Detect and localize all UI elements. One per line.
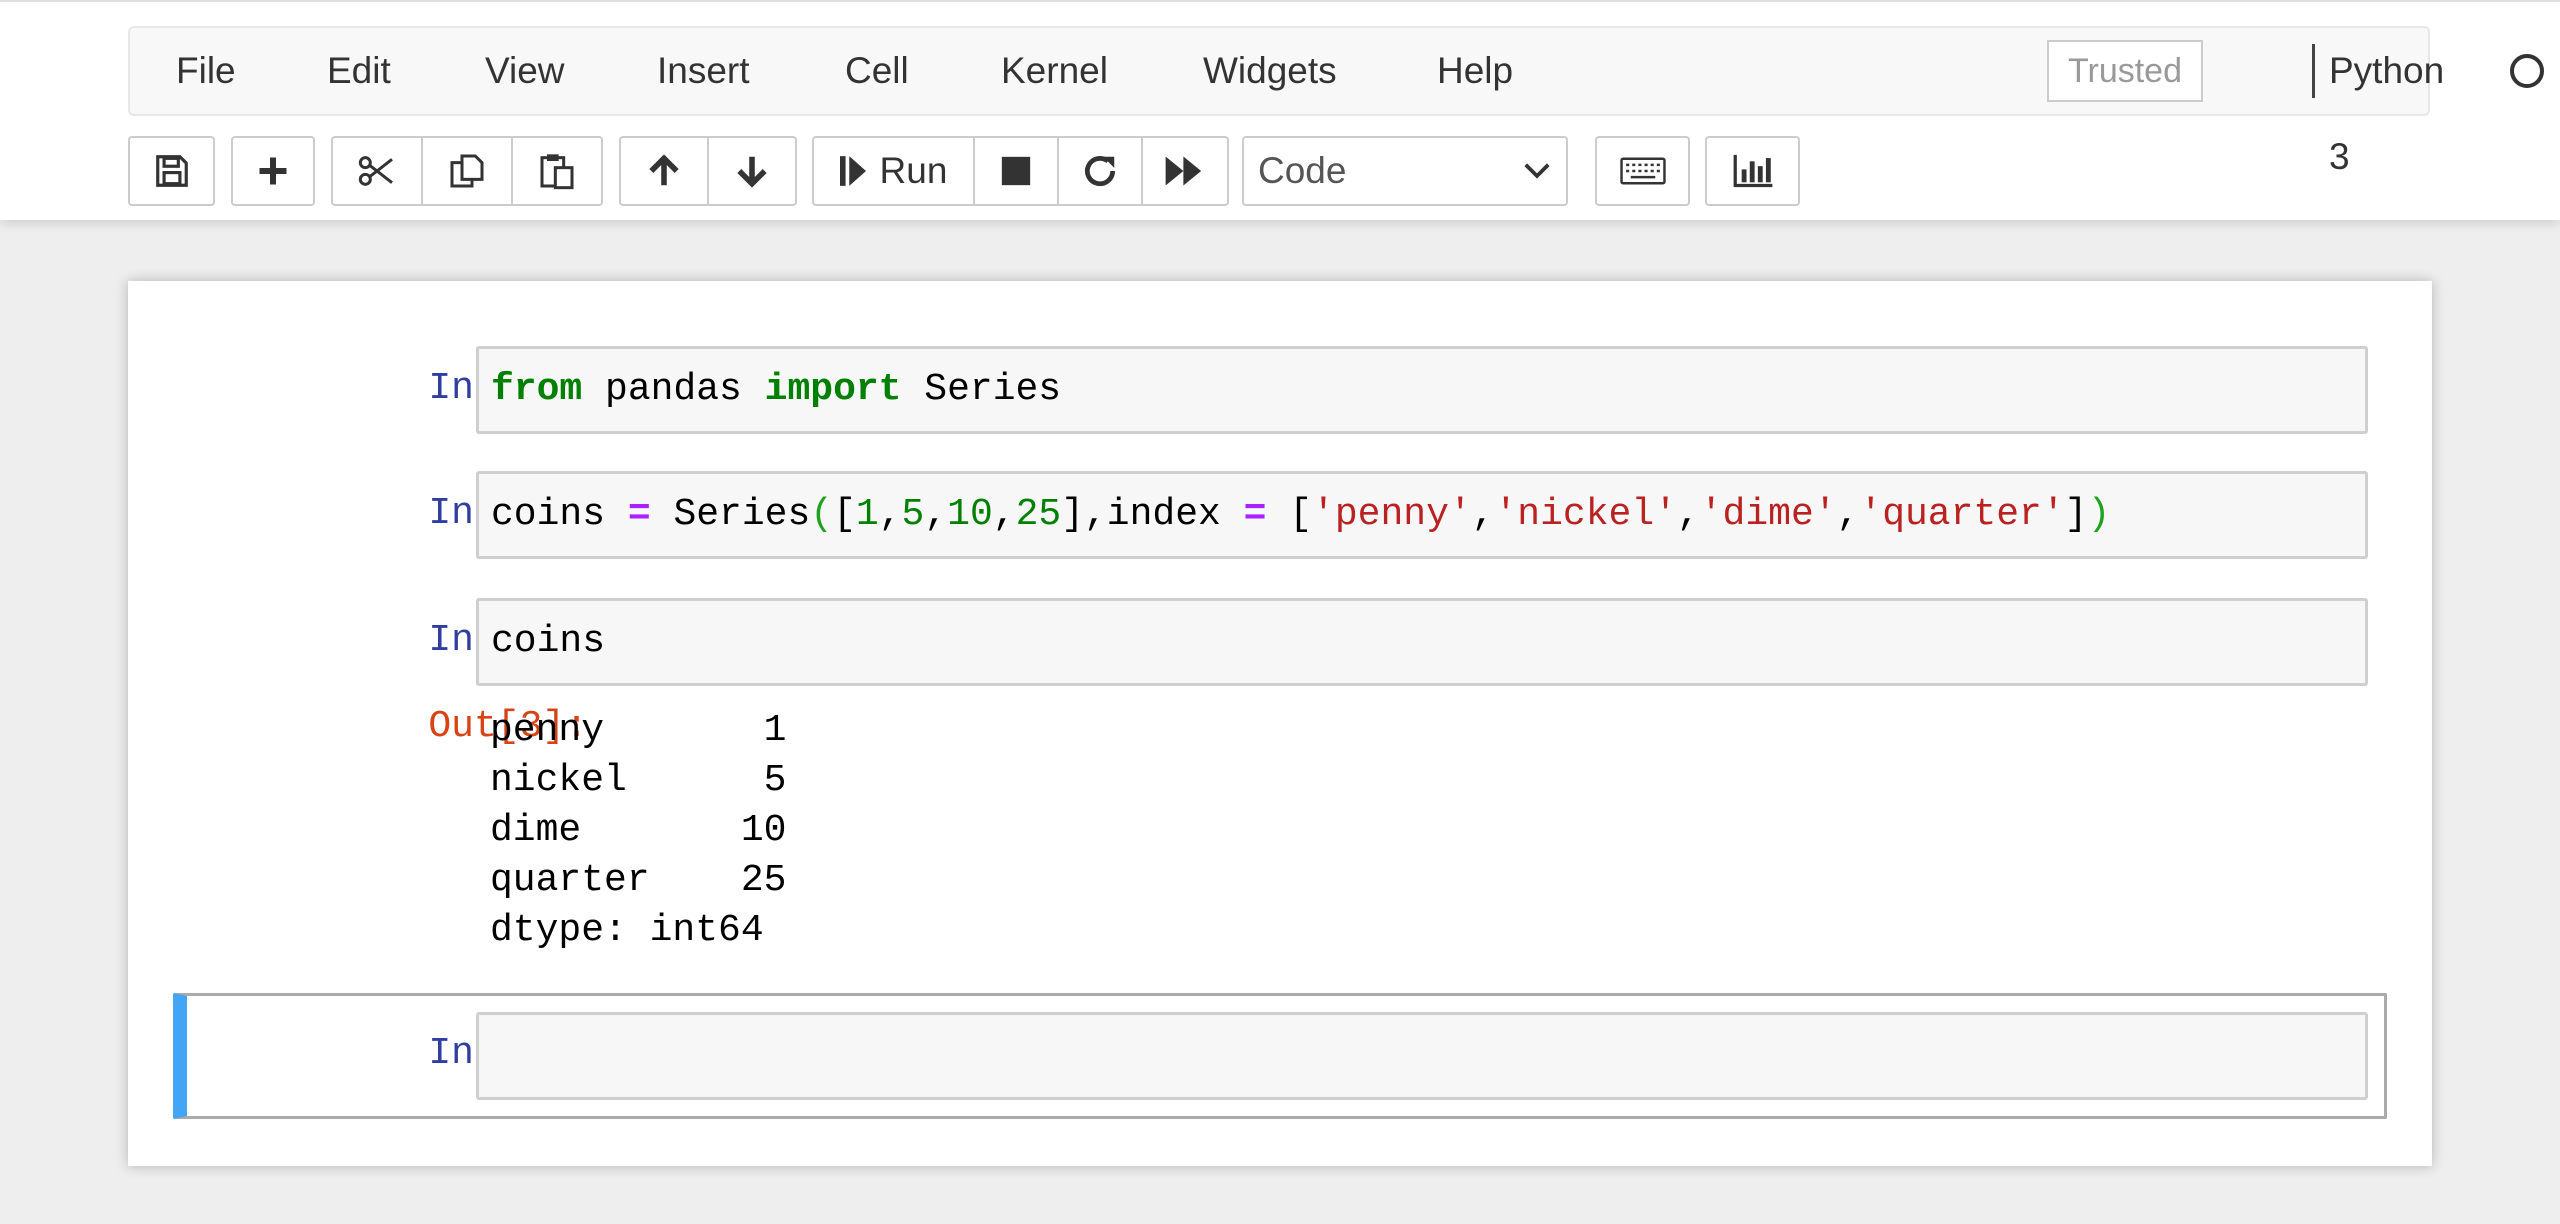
run-button[interactable]: Run — [812, 136, 975, 206]
code-cell-input[interactable]: coins = Series([1,5,10,25],index = ['pen… — [476, 471, 2368, 559]
paste-icon — [540, 154, 574, 190]
code-token: coins — [491, 620, 606, 663]
command-palette-button[interactable] — [1595, 136, 1690, 206]
fast-forward-icon — [1165, 156, 1202, 186]
code-token: 25 — [1015, 493, 1062, 536]
code-token: , — [924, 493, 948, 536]
code-token: coins — [491, 493, 628, 536]
keyboard-icon — [1619, 157, 1666, 185]
code-token: , — [992, 493, 1016, 536]
chevron-down-icon — [1524, 163, 1550, 179]
code-token: = — [1243, 493, 1267, 536]
code-token: = — [627, 493, 651, 536]
code-token: Series — [901, 368, 1062, 411]
code-token: ] — [2064, 493, 2088, 536]
menu-kernel[interactable]: Kernel — [1001, 28, 1108, 114]
code-token: , — [1676, 493, 1700, 536]
interrupt-kernel-button[interactable] — [973, 136, 1059, 206]
arrow-up-icon — [649, 154, 679, 186]
code-token: ],index — [1061, 493, 1244, 536]
run-button-label: Run — [879, 150, 948, 191]
menu-view[interactable]: View — [485, 28, 565, 114]
code-token: 'nickel' — [1494, 493, 1677, 536]
code-cell-input-empty[interactable] — [476, 1012, 2368, 1100]
code-token: 1 — [855, 493, 879, 536]
code-token: 5 — [901, 493, 925, 536]
step-forward-icon — [839, 156, 866, 186]
notebook-container: In [1]: from pandas import Series In [2]… — [128, 281, 2432, 1166]
code-token: from — [491, 368, 583, 411]
code-token: 'quarter' — [1859, 493, 2065, 536]
code-token: pandas — [582, 368, 765, 411]
cut-button[interactable] — [331, 136, 423, 206]
scissors-icon — [358, 156, 393, 186]
code-token: 10 — [947, 493, 993, 536]
code-token: , — [1471, 493, 1495, 536]
menu-help[interactable]: Help — [1437, 28, 1513, 114]
menu-file[interactable]: File — [176, 28, 236, 114]
code-token: [ — [833, 493, 856, 536]
move-up-button[interactable] — [619, 136, 709, 206]
cell-type-value: Code — [1258, 150, 1347, 191]
menu-widgets[interactable]: Widgets — [1203, 28, 1337, 114]
menu-cell[interactable]: Cell — [845, 28, 909, 114]
insert-cell-button[interactable] — [231, 136, 315, 206]
kernel-idle-indicator-icon — [2510, 54, 2544, 88]
code-token: 'dime' — [1699, 493, 1837, 536]
refresh-icon — [1084, 156, 1116, 187]
copy-button[interactable] — [421, 136, 513, 206]
menu-insert[interactable]: Insert — [657, 28, 750, 114]
code-token: 'penny' — [1312, 493, 1472, 536]
code-token: , — [878, 493, 902, 536]
code-cell-input[interactable]: coins — [476, 598, 2368, 686]
move-down-button[interactable] — [707, 136, 797, 206]
paste-button[interactable] — [511, 136, 603, 206]
trusted-indicator[interactable]: Trusted — [2047, 40, 2203, 102]
menu-edit[interactable]: Edit — [327, 28, 391, 114]
bar-chart-icon — [1733, 154, 1772, 188]
save-icon — [155, 155, 188, 187]
code-token: import — [764, 368, 902, 411]
restart-run-all-button[interactable] — [1141, 136, 1229, 206]
code-token: ( — [810, 493, 834, 536]
stop-icon — [1001, 156, 1031, 186]
cell-output-text: penny 1 nickel 5 dime 10 quarter 25 dtyp… — [490, 709, 787, 952]
code-token: [ — [1266, 493, 1313, 536]
arrow-down-icon — [737, 156, 767, 188]
copy-icon — [450, 154, 484, 188]
restart-kernel-button[interactable] — [1057, 136, 1143, 206]
chart-toolbar-button[interactable] — [1705, 136, 1800, 206]
menubar: File Edit View Insert Cell Kernel Widget… — [128, 26, 2544, 177]
code-token: Series — [650, 493, 811, 536]
code-cell-input[interactable]: from pandas import Series — [476, 346, 2368, 434]
code-token: , — [1836, 493, 1860, 536]
kernel-separator — [2312, 44, 2315, 98]
cell-type-select[interactable]: Code — [1242, 136, 1568, 206]
save-button[interactable] — [128, 136, 215, 206]
code-token: ) — [2087, 493, 2111, 536]
kernel-name[interactable]: Python 3 — [2329, 28, 2444, 177]
plus-icon — [259, 157, 287, 185]
